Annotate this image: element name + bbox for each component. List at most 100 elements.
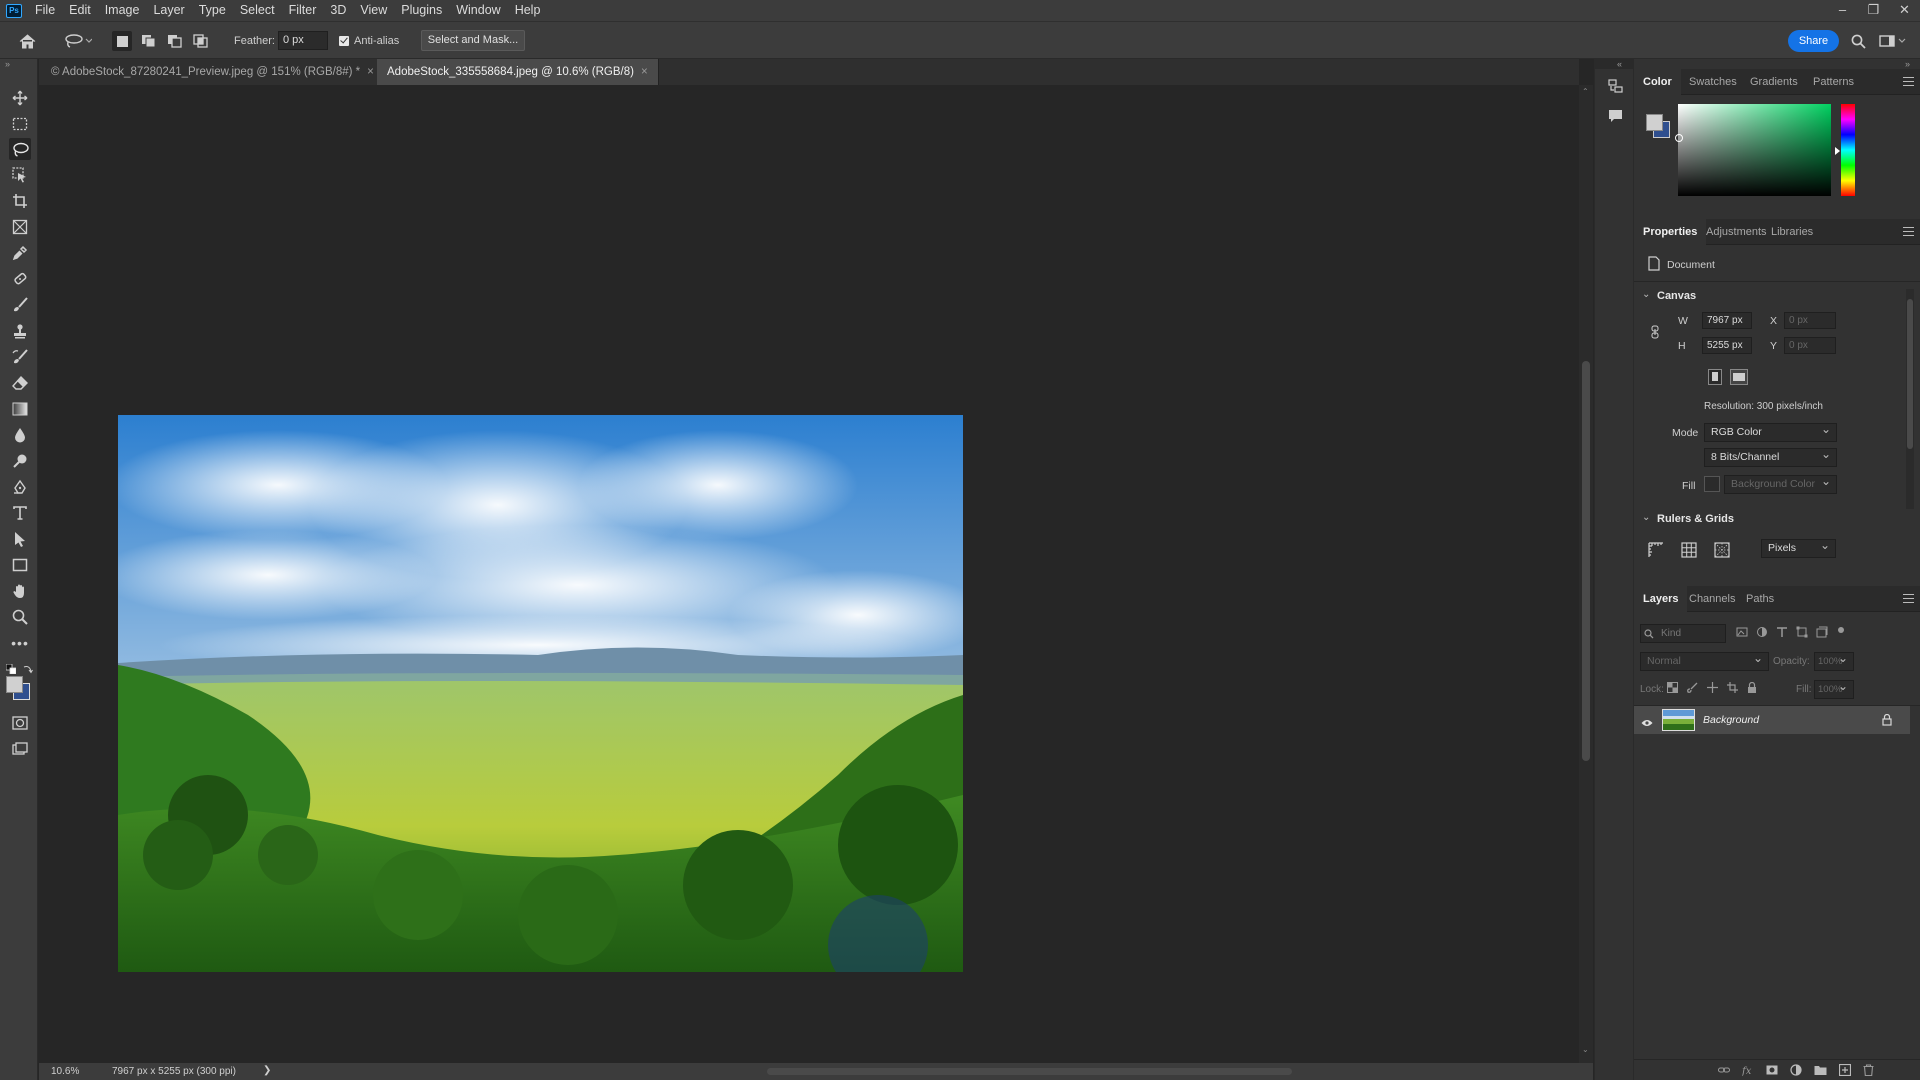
expand-panels-icon[interactable]: »	[1905, 59, 1910, 69]
type-filter-icon[interactable]	[1776, 626, 1788, 638]
home-button[interactable]	[17, 31, 37, 51]
tab-color[interactable]: Color	[1634, 69, 1681, 95]
hand-tool[interactable]	[9, 580, 31, 602]
tab-document-1[interactable]: © AdobeStock_87280241_Preview.jpeg @ 151…	[41, 59, 385, 85]
type-tool[interactable]	[9, 502, 31, 524]
filter-toggle-icon[interactable]	[1836, 626, 1846, 638]
fill-swatch[interactable]	[1704, 476, 1720, 492]
subtract-selection-button[interactable]	[164, 31, 184, 51]
hue-slider[interactable]	[1841, 104, 1855, 196]
minimize-button[interactable]: –	[1827, 0, 1858, 21]
tool-preset-picker[interactable]	[60, 31, 96, 51]
menu-edit[interactable]: Edit	[62, 0, 98, 21]
mask-icon[interactable]	[1766, 1064, 1778, 1076]
lock-all-icon[interactable]	[1747, 682, 1757, 693]
grid-button[interactable]	[1681, 542, 1697, 561]
restore-button[interactable]: ❐	[1858, 0, 1889, 21]
zoom-level[interactable]: 10.6%	[51, 1066, 79, 1077]
dodge-tool[interactable]	[9, 450, 31, 472]
opacity-field[interactable]: 100%	[1814, 650, 1854, 671]
lock-position-icon[interactable]	[1707, 682, 1718, 693]
horizontal-scroll-thumb[interactable]	[767, 1068, 1292, 1075]
tab-patterns[interactable]: Patterns	[1804, 69, 1863, 95]
zoom-tool[interactable]	[9, 606, 31, 628]
lock-pixels-icon[interactable]	[1687, 682, 1698, 693]
hue-slider-handle[interactable]	[1835, 147, 1840, 155]
trash-icon[interactable]	[1863, 1064, 1874, 1076]
properties-scrollbar[interactable]	[1906, 289, 1914, 509]
color-picker-field[interactable]	[1675, 104, 1831, 196]
units-dropdown[interactable]: Pixels	[1761, 537, 1836, 558]
tab-channels[interactable]: Channels	[1680, 586, 1744, 612]
select-and-mask-button[interactable]: Select and Mask...	[421, 30, 525, 51]
pixel-layer-filter-icon[interactable]	[1736, 626, 1748, 638]
menu-file[interactable]: File	[28, 0, 62, 21]
canvas-area[interactable]	[39, 85, 1579, 1063]
eye-icon[interactable]	[1641, 716, 1653, 730]
tab-gradients[interactable]: Gradients	[1741, 69, 1807, 95]
vertical-scroll-thumb[interactable]	[1582, 361, 1590, 761]
height-field[interactable]: 5255 px	[1702, 337, 1752, 354]
adjustment-icon[interactable]	[1790, 1064, 1802, 1076]
y-field[interactable]: 0 px	[1784, 337, 1836, 354]
menu-select[interactable]: Select	[233, 0, 282, 21]
history-brush-tool[interactable]	[9, 346, 31, 368]
close-tab-icon[interactable]: ×	[641, 66, 648, 78]
workspace-button[interactable]	[1876, 31, 1910, 51]
foreground-color-swatch[interactable]	[6, 676, 23, 693]
new-layer-icon[interactable]	[1839, 1064, 1851, 1076]
fill-field[interactable]: 100%	[1814, 678, 1854, 699]
marquee-tool[interactable]	[9, 113, 31, 135]
guides-button[interactable]	[1714, 542, 1730, 561]
landscape-orientation-button[interactable]	[1730, 369, 1748, 385]
color-picker-cursor[interactable]	[1675, 134, 1683, 142]
close-tab-icon[interactable]: ×	[367, 66, 374, 78]
search-button[interactable]	[1848, 31, 1868, 51]
panel-menu-icon[interactable]	[1903, 594, 1914, 603]
blend-mode-dropdown[interactable]: Normal	[1640, 650, 1769, 671]
vertical-scrollbar[interactable]: ⌃ ⌄	[1579, 85, 1593, 1063]
tab-document-2[interactable]: AdobeStock_335558684.jpeg @ 10.6% (RGB/8…	[377, 59, 659, 85]
menu-help[interactable]: Help	[508, 0, 548, 21]
new-selection-button[interactable]	[112, 31, 132, 51]
close-window-button[interactable]: ✕	[1889, 0, 1920, 21]
lock-transparency-icon[interactable]	[1667, 682, 1678, 693]
menu-plugins[interactable]: Plugins	[394, 0, 449, 21]
tab-libraries[interactable]: Libraries	[1762, 219, 1822, 245]
crop-tool[interactable]	[9, 190, 31, 212]
document-image[interactable]	[118, 415, 963, 972]
ruler-button[interactable]	[1648, 542, 1664, 561]
fill-dropdown[interactable]: Background Color	[1724, 473, 1837, 494]
comments-button[interactable]	[1608, 109, 1623, 126]
chevron-down-icon[interactable]: ⌄	[1642, 289, 1650, 300]
tab-paths[interactable]: Paths	[1737, 586, 1783, 612]
feather-input[interactable]: 0 px	[278, 31, 328, 50]
eyedropper-tool[interactable]	[9, 242, 31, 264]
healing-brush-tool[interactable]	[9, 268, 31, 290]
bit-depth-dropdown[interactable]: 8 Bits/Channel	[1704, 446, 1837, 467]
layer-row[interactable]: Background	[1634, 706, 1910, 734]
smart-object-filter-icon[interactable]	[1816, 626, 1828, 638]
path-selection-tool[interactable]	[9, 528, 31, 550]
layer-name[interactable]: Background	[1703, 714, 1759, 726]
move-tool[interactable]	[9, 87, 31, 109]
portrait-orientation-button[interactable]	[1708, 369, 1722, 385]
screen-mode-button[interactable]	[9, 738, 31, 760]
intersect-selection-button[interactable]	[190, 31, 210, 51]
mode-dropdown[interactable]: RGB Color	[1704, 421, 1837, 442]
scroll-up-icon[interactable]: ⌃	[1582, 87, 1589, 96]
fx-icon[interactable]: fx	[1742, 1064, 1754, 1076]
object-selection-tool[interactable]	[9, 164, 31, 186]
frame-tool[interactable]	[9, 216, 31, 238]
canvas-section-title[interactable]: Canvas	[1657, 290, 1696, 302]
brush-tool[interactable]	[9, 294, 31, 316]
menu-layer[interactable]: Layer	[146, 0, 191, 21]
shape-filter-icon[interactable]	[1796, 626, 1808, 638]
menu-filter[interactable]: Filter	[282, 0, 324, 21]
foreground-color-chip[interactable]	[1646, 114, 1663, 131]
chevron-down-icon[interactable]: ⌄	[1642, 512, 1650, 523]
menu-image[interactable]: Image	[98, 0, 147, 21]
link-dimensions-icon[interactable]	[1651, 325, 1659, 342]
menu-type[interactable]: Type	[192, 0, 233, 21]
menu-3d[interactable]: 3D	[323, 0, 353, 21]
